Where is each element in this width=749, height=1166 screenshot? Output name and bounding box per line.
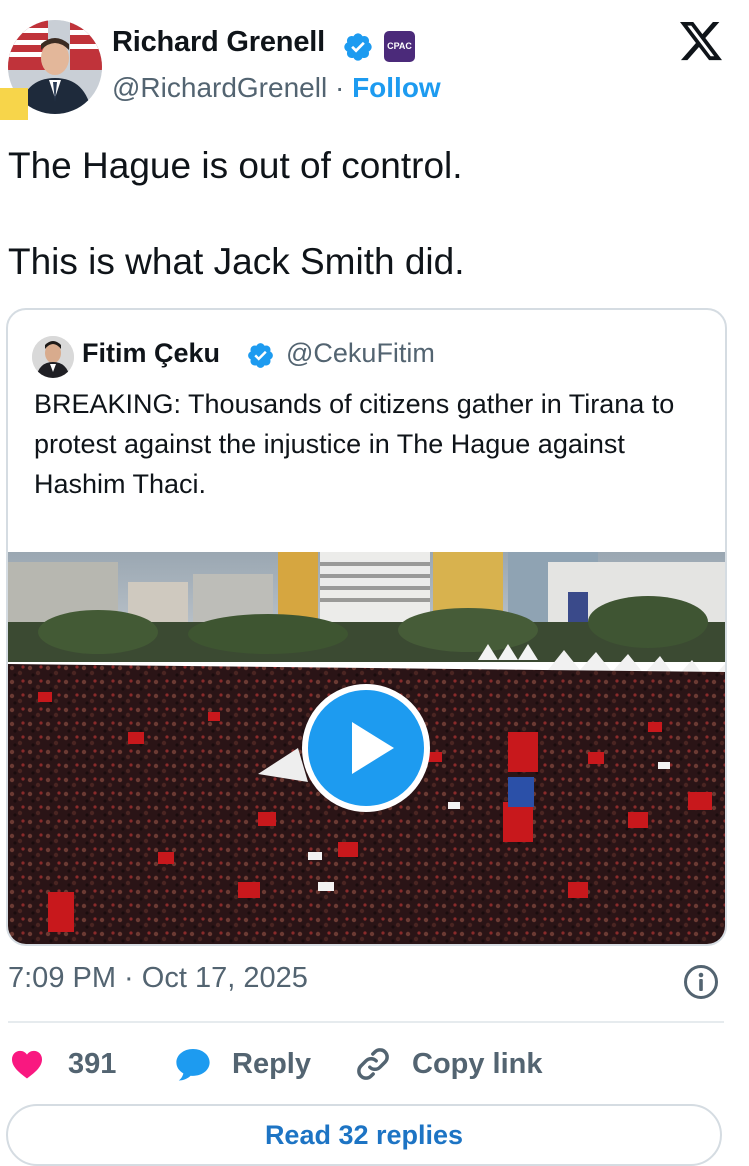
reply-button[interactable]: Reply <box>174 1040 311 1088</box>
quoted-author-handle[interactable]: @CekuFitim <box>286 338 435 369</box>
play-button[interactable] <box>302 684 430 812</box>
copy-link-button[interactable]: Copy link <box>354 1040 543 1088</box>
info-icon[interactable] <box>683 964 719 1000</box>
follow-button[interactable]: Follow <box>352 72 441 103</box>
verified-badge-icon <box>344 33 372 61</box>
author-handle[interactable]: @RichardGrenell <box>112 72 327 103</box>
quoted-author-name[interactable]: Fitim Çeku <box>82 338 220 369</box>
quoted-author-avatar[interactable] <box>32 336 74 378</box>
copy-link-label: Copy link <box>412 1047 543 1080</box>
separator-dot: · <box>334 72 345 103</box>
reply-bubble-icon <box>176 1048 210 1081</box>
like-button[interactable]: 391 <box>10 1040 116 1088</box>
quoted-tweet-card[interactable]: Fitim Çeku @CekuFitim BREAKING: Thousand… <box>6 308 727 946</box>
link-icon <box>357 1048 389 1080</box>
play-icon <box>352 722 394 774</box>
tweet-timestamp[interactable]: 7:09 PM · Oct 17, 2025 <box>8 962 308 995</box>
author-name[interactable]: Richard Grenell <box>112 26 325 59</box>
read-replies-button[interactable]: Read 32 replies <box>6 1104 722 1166</box>
x-logo-icon[interactable] <box>678 22 724 64</box>
tweet-text: The Hague is out of control. This is wha… <box>8 145 465 282</box>
author-handle-row: @RichardGrenell · Follow <box>112 72 441 104</box>
video-thumbnail[interactable] <box>8 552 725 944</box>
quoted-tweet-text: BREAKING: Thousands of citizens gather i… <box>34 389 675 499</box>
avatar-corner-marker <box>0 88 28 120</box>
divider <box>8 1021 724 1023</box>
reply-label: Reply <box>232 1047 311 1080</box>
like-count: 391 <box>68 1047 117 1080</box>
heart-icon <box>12 1050 42 1079</box>
affiliation-badge[interactable]: CPAC <box>384 31 415 62</box>
verified-badge-icon <box>248 343 273 368</box>
